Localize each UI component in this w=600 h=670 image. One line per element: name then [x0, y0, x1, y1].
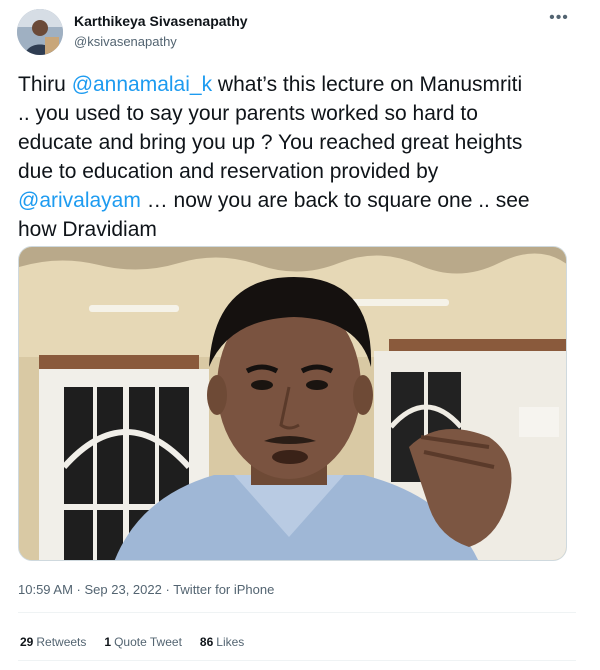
tweet-date[interactable]: Sep 23, 2022 [85, 582, 162, 597]
tweet-text-segment: Thiru [18, 73, 72, 96]
quote-tweets-stat[interactable]: 1 Quote Tweet [104, 635, 182, 649]
engagement-stats: 29 Retweets 1 Quote Tweet 86 Likes [20, 635, 244, 649]
likes-count: 86 [199, 635, 214, 649]
author-handle[interactable]: @ksivasenapathy [74, 34, 177, 49]
divider [18, 612, 576, 613]
quote-tweets-count: 1 [104, 635, 112, 649]
tweet-source[interactable]: Twitter for iPhone [173, 582, 274, 597]
retweets-label: Retweets [36, 635, 87, 649]
mention-link[interactable]: @arivalayam [18, 189, 141, 212]
author-name[interactable]: Karthikeya Sivasenapathy [74, 13, 248, 29]
tweet-metadata: 10:59 AM · Sep 23, 2022 · Twitter for iP… [18, 582, 274, 597]
divider [18, 660, 576, 661]
tweet-video-thumbnail[interactable] [18, 246, 567, 561]
tweet-text: Thiru @annamalai_k what’s this lecture o… [18, 70, 578, 244]
meta-separator: · [161, 582, 174, 597]
retweets-count: 29 [20, 635, 34, 649]
tweet-card: Karthikeya Sivasenapathy @ksivasenapathy… [0, 0, 600, 670]
likes-stat[interactable]: 86 Likes [200, 635, 244, 649]
quote-tweets-label: Quote Tweet [114, 635, 182, 649]
avatar[interactable] [17, 9, 63, 55]
meta-separator: · [72, 582, 85, 597]
more-options-icon[interactable]: ••• [546, 8, 572, 28]
mention-link[interactable]: @annamalai_k [72, 73, 212, 96]
likes-label: Likes [216, 635, 245, 649]
retweets-stat[interactable]: 29 Retweets [20, 635, 86, 649]
tweet-time[interactable]: 10:59 AM [18, 582, 73, 597]
